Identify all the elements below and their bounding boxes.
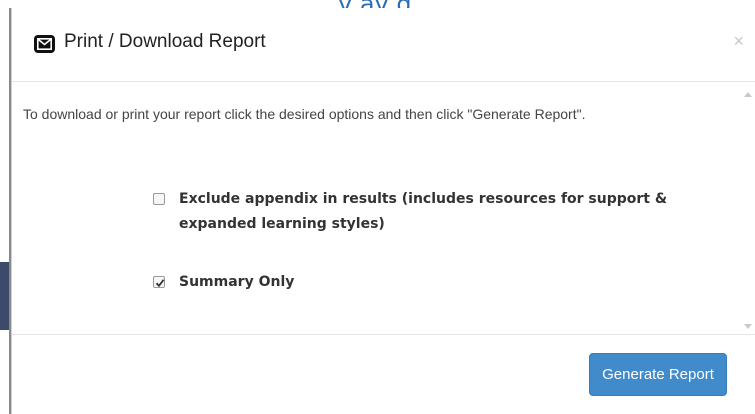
dialog-header: Print / Download Report × [12, 8, 755, 82]
summary-only-label[interactable]: Summary Only [179, 270, 733, 295]
scroll-up-arrow-icon[interactable] [744, 92, 752, 97]
generate-report-button[interactable]: Generate Report [589, 353, 727, 396]
option-exclude-appendix[interactable]: Exclude appendix in results (includes re… [153, 187, 733, 237]
checkmark-icon [155, 279, 165, 288]
summary-only-checkbox[interactable] [153, 276, 165, 288]
dialog-footer: Generate Report [12, 334, 755, 414]
close-button[interactable]: × [733, 32, 744, 50]
exclude-appendix-label[interactable]: Exclude appendix in results (includes re… [179, 187, 733, 237]
vertical-scrollbar[interactable] [739, 82, 755, 335]
instructions-text: To download or print your report click t… [23, 106, 586, 122]
envelope-icon [34, 35, 55, 53]
print-download-dialog: Print / Download Report × To download or… [11, 8, 755, 414]
background-page-edge [0, 8, 9, 414]
option-summary-only[interactable]: Summary Only [153, 270, 733, 295]
dialog-title: Print / Download Report [64, 31, 266, 52]
scroll-down-arrow-icon[interactable] [744, 324, 752, 329]
exclude-appendix-checkbox[interactable] [153, 193, 165, 205]
dialog-body: To download or print your report click t… [12, 82, 755, 335]
background-nav-block [0, 262, 9, 330]
